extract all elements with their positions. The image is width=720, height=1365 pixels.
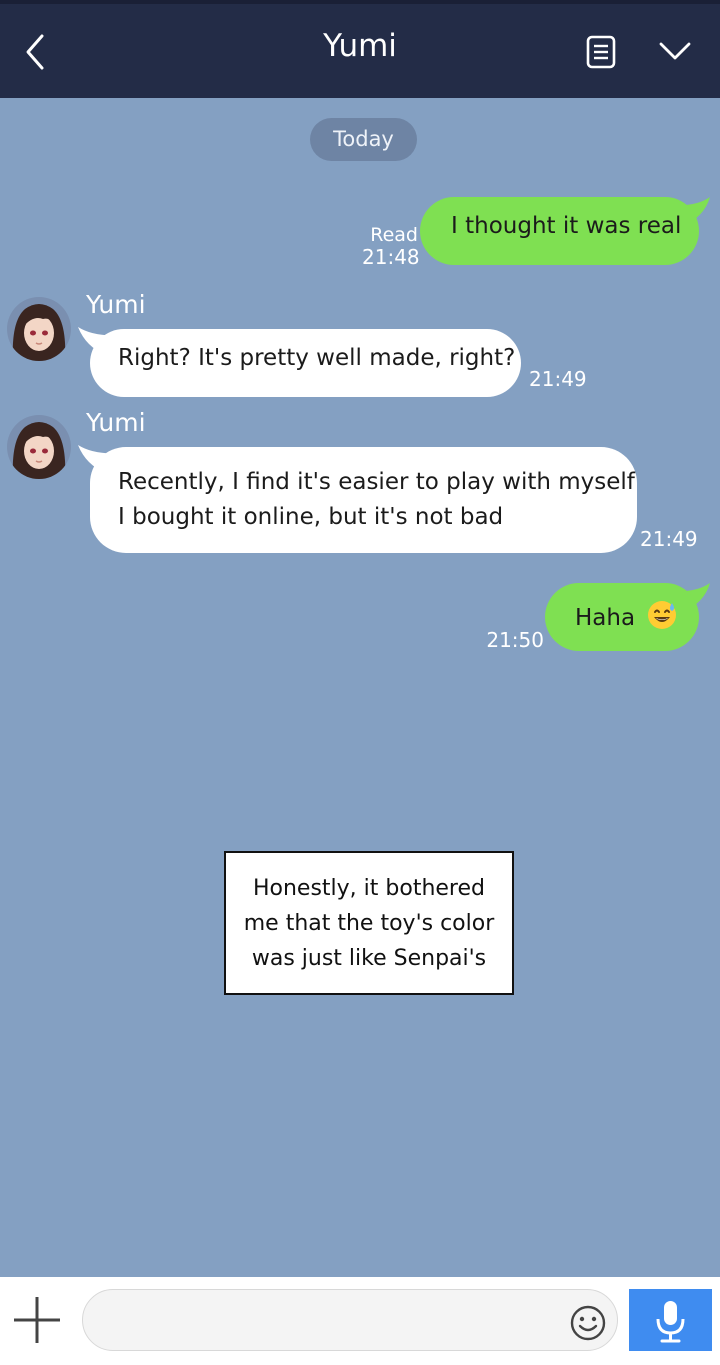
message-text: Haha bbox=[575, 599, 699, 631]
message-text-line: I bought it online, but it's not bad bbox=[118, 504, 504, 530]
incoming-message-bubble[interactable]: Right? It's pretty well made, right? bbox=[90, 329, 521, 397]
caption-line: was just like Senpai's bbox=[251, 946, 487, 971]
message-time: 21:49 bbox=[640, 527, 698, 551]
avatar-image bbox=[7, 415, 71, 479]
message-time: 21:49 bbox=[529, 367, 587, 391]
message-meta: Read 21:48 bbox=[362, 224, 420, 269]
notes-button[interactable] bbox=[584, 34, 618, 70]
sender-name: Yumi bbox=[86, 408, 146, 437]
caption-line: Honestly, it bothered bbox=[252, 876, 485, 901]
plus-icon bbox=[14, 1297, 60, 1343]
chevron-down-icon bbox=[659, 42, 691, 60]
avatar[interactable] bbox=[7, 297, 71, 361]
message-text-value: Haha bbox=[575, 605, 636, 631]
composer-bar bbox=[0, 1277, 720, 1365]
message-time: 21:50 bbox=[486, 628, 544, 652]
outgoing-message-bubble[interactable]: I thought it was real bbox=[420, 197, 699, 265]
microphone-button[interactable] bbox=[629, 1289, 712, 1351]
note-icon bbox=[586, 35, 616, 69]
incoming-message-bubble[interactable]: Recently, I find it's easier to play wit… bbox=[90, 447, 637, 553]
message-text-line: Recently, I find it's easier to play wit… bbox=[118, 469, 635, 495]
message-time: 21:48 bbox=[362, 245, 420, 269]
message-text: Right? It's pretty well made, right? bbox=[118, 345, 516, 371]
date-separator: Today bbox=[310, 118, 417, 161]
sender-name: Yumi bbox=[86, 290, 146, 319]
outgoing-message-bubble[interactable]: Haha bbox=[545, 583, 699, 651]
grinning-sweat-emoji bbox=[648, 601, 677, 629]
avatar[interactable] bbox=[7, 415, 71, 479]
avatar-image bbox=[7, 297, 71, 361]
message-text: I thought it was real bbox=[451, 213, 682, 239]
chat-header: Yumi bbox=[0, 0, 720, 98]
caption-line: me that the toy's color bbox=[243, 911, 495, 936]
smiley-icon bbox=[570, 1305, 606, 1341]
message-input[interactable] bbox=[82, 1289, 618, 1351]
menu-button[interactable] bbox=[657, 38, 693, 64]
read-receipt: Read bbox=[370, 224, 418, 246]
chat-screen: Yumi Today Read 21:48 I thought it was r… bbox=[0, 0, 720, 1365]
emoji-button[interactable] bbox=[569, 1304, 607, 1342]
microphone-icon bbox=[656, 1301, 685, 1343]
caption-box: Honestly, it bothered me that the toy's … bbox=[224, 851, 514, 995]
plus-button[interactable] bbox=[10, 1293, 64, 1347]
